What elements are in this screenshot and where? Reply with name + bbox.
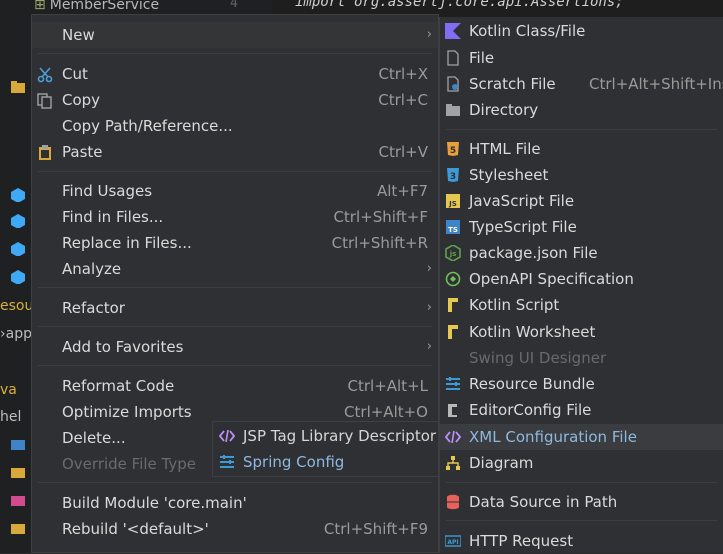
openapi-icon bbox=[445, 271, 461, 287]
copy-icon bbox=[37, 93, 52, 109]
javascript-icon: JS bbox=[446, 194, 460, 208]
tree-label: ›app bbox=[0, 326, 32, 342]
new-spring-config[interactable]: Spring Config bbox=[213, 449, 438, 475]
xml-icon bbox=[219, 429, 235, 443]
spring-config-icon bbox=[220, 455, 234, 468]
folder-icon bbox=[11, 440, 25, 450]
project-tree-item[interactable]: ⊞ MemberService bbox=[34, 0, 159, 13]
new-javascript-file[interactable]: JS JavaScript File bbox=[440, 188, 723, 214]
menu-separator bbox=[38, 171, 432, 172]
svg-text:JS: JS bbox=[448, 200, 457, 208]
new-typescript-file[interactable]: TS TypeScript File bbox=[440, 214, 723, 240]
xml-icon bbox=[445, 430, 461, 444]
menu-item-copy-path[interactable]: Copy Path/Reference... bbox=[32, 113, 438, 139]
api-icon: API bbox=[445, 535, 461, 547]
database-icon bbox=[447, 494, 459, 510]
menu-separator bbox=[446, 129, 717, 130]
folder-icon bbox=[11, 524, 25, 534]
line-number: 4 bbox=[230, 0, 238, 11]
tree-label: hel bbox=[0, 409, 22, 425]
menu-separator bbox=[38, 365, 432, 366]
nodejs-icon: js bbox=[445, 245, 461, 261]
css-icon: 3 bbox=[447, 168, 459, 182]
tree-label: va bbox=[0, 382, 17, 398]
folder-icon bbox=[446, 104, 460, 116]
module-icon: ⊞ bbox=[34, 0, 46, 13]
svg-text:API: API bbox=[447, 539, 458, 546]
menu-item-analyze[interactable]: Analyze › bbox=[32, 256, 438, 282]
kotlin-icon bbox=[445, 23, 461, 39]
new-kotlin-worksheet[interactable]: Kotlin Worksheet bbox=[440, 319, 723, 345]
new-directory[interactable]: Directory bbox=[440, 97, 723, 123]
html-icon: 5 bbox=[447, 142, 459, 156]
scratch-file-icon bbox=[447, 76, 459, 92]
file-icon bbox=[447, 50, 459, 66]
menu-separator bbox=[446, 520, 717, 521]
menu-separator bbox=[38, 326, 432, 327]
svg-text:5: 5 bbox=[450, 146, 456, 156]
new-xml-configuration-file[interactable]: XML Configuration File bbox=[440, 424, 723, 450]
svg-text:TS: TS bbox=[448, 226, 458, 234]
scissors-icon bbox=[37, 67, 53, 83]
menu-item-copy[interactable]: Copy Ctrl+C bbox=[32, 87, 438, 113]
menu-item-reformat-code[interactable]: Reformat Code Ctrl+Alt+L bbox=[32, 373, 438, 399]
new-resource-bundle[interactable]: Resource Bundle bbox=[440, 371, 723, 397]
new-editorconfig[interactable]: EditorConfig File bbox=[440, 397, 723, 423]
menu-item-find-usages[interactable]: Find Usages Alt+F7 bbox=[32, 178, 438, 204]
chevron-right-icon: › bbox=[426, 300, 432, 315]
kotlin-script-icon bbox=[448, 298, 458, 312]
menu-item-rebuild[interactable]: Rebuild '<default>' Ctrl+Shift+F9 bbox=[32, 516, 438, 542]
class-icon bbox=[11, 242, 25, 256]
new-openapi-spec[interactable]: OpenAPI Specification bbox=[440, 266, 723, 292]
diagram-icon bbox=[446, 456, 460, 470]
menu-item-new[interactable]: New › bbox=[32, 22, 438, 48]
menu-item-cut[interactable]: Cut Ctrl+X bbox=[32, 61, 438, 87]
menu-item-paste[interactable]: Paste Ctrl+V bbox=[32, 139, 438, 165]
clipboard-icon bbox=[39, 145, 51, 160]
new-jsp-tag-library-descriptor[interactable]: JSP Tag Library Descriptor bbox=[213, 423, 438, 449]
chevron-right-icon: › bbox=[426, 261, 432, 276]
folder-icon bbox=[11, 468, 25, 478]
svg-text:3: 3 bbox=[450, 172, 456, 182]
new-kotlin-class[interactable]: Kotlin Class/File bbox=[440, 18, 723, 44]
new-swing-ui-designer: Swing UI Designer bbox=[469, 349, 607, 367]
menu-separator bbox=[38, 287, 432, 288]
editorconfig-icon bbox=[448, 404, 457, 417]
menu-item-build-module[interactable]: Build Module 'core.main' bbox=[32, 490, 438, 516]
kotlin-worksheet-icon bbox=[448, 325, 458, 339]
users-icon bbox=[11, 496, 25, 506]
menu-item-replace-in-files[interactable]: Replace in Files... Ctrl+Shift+R bbox=[32, 230, 438, 256]
folder-icon bbox=[11, 81, 25, 93]
new-http-request[interactable]: API HTTP Request bbox=[440, 528, 723, 554]
menu-item-add-to-favorites[interactable]: Add to Favorites › bbox=[32, 334, 438, 360]
menu-separator bbox=[38, 482, 432, 483]
new-submenu: Kotlin Class/File File Scratch File Ctrl… bbox=[439, 17, 723, 553]
class-icon bbox=[11, 214, 25, 228]
chevron-right-icon: › bbox=[426, 339, 432, 354]
new-kotlin-script[interactable]: Kotlin Script bbox=[440, 292, 723, 318]
menu-item-find-in-files[interactable]: Find in Files... Ctrl+Shift+F bbox=[32, 204, 438, 230]
xml-config-submenu: JSP Tag Library Descriptor Spring Config bbox=[212, 421, 439, 477]
resource-bundle-icon bbox=[446, 377, 460, 390]
class-icon bbox=[11, 270, 25, 284]
menu-separator bbox=[38, 53, 432, 54]
new-data-source-in-path[interactable]: Data Source in Path bbox=[440, 489, 723, 515]
svg-text:js: js bbox=[449, 250, 457, 258]
typescript-icon: TS bbox=[446, 220, 460, 234]
new-scratch-file[interactable]: Scratch File Ctrl+Alt+Shift+Inse bbox=[440, 71, 723, 97]
menu-separator bbox=[446, 482, 717, 483]
new-stylesheet[interactable]: 3 Stylesheet bbox=[440, 162, 723, 188]
new-html-file[interactable]: 5 HTML File bbox=[440, 136, 723, 162]
chevron-right-icon: › bbox=[426, 27, 432, 42]
new-diagram[interactable]: Diagram bbox=[440, 450, 723, 476]
class-icon bbox=[11, 188, 25, 202]
code-line: import org.assertj.core.api.Assertions; bbox=[295, 0, 624, 10]
menu-item-refactor[interactable]: Refactor › bbox=[32, 295, 438, 321]
new-package-json[interactable]: js package.json File bbox=[440, 240, 723, 266]
new-file[interactable]: File bbox=[440, 45, 723, 71]
